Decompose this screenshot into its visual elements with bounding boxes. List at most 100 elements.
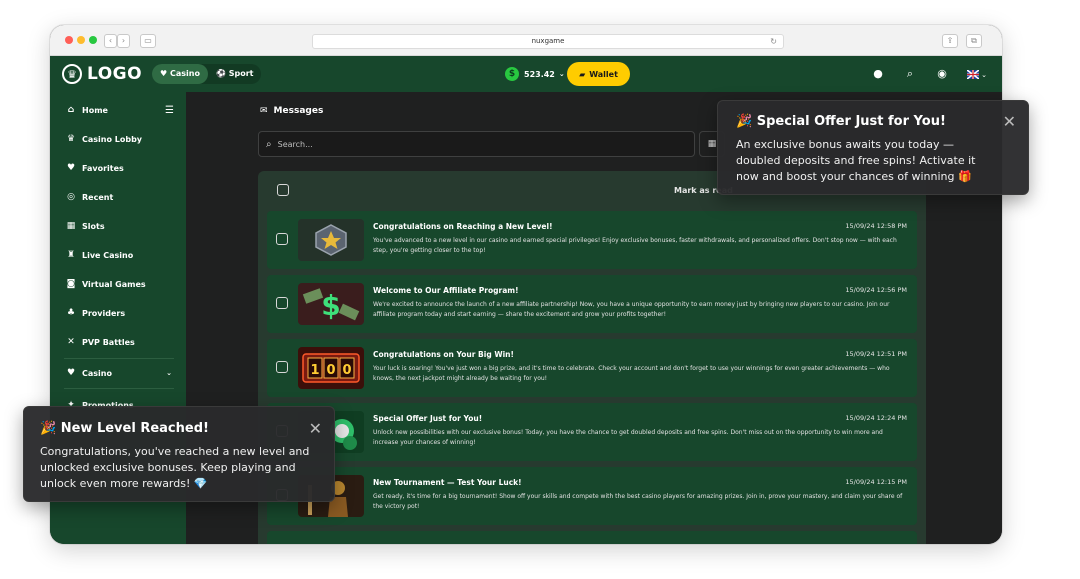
sidebar-item-label: Providers [82,308,126,318]
message-card[interactable] [267,531,917,544]
sidebar-item-casino-lobby[interactable]: ♛ Casino Lobby [50,129,186,149]
message-card[interactable]: 1 0 0 Congratulations on Your Big Win! 1… [267,339,917,397]
slot-machine-icon: 1 0 0 [298,347,364,389]
collapse-sidebar-icon[interactable]: ☰ [165,105,174,116]
sidebar-item-pvp-battles[interactable]: ✕ PVP Battles [50,332,186,352]
message-title: Congratulations on Reaching a New Level! [373,222,553,231]
forward-icon[interactable]: › [117,34,130,48]
message-checkbox[interactable] [276,233,288,245]
message-body: You've advanced to a new level in our ca… [373,237,897,254]
url-text: nuxgame [531,37,565,45]
share-icon[interactable]: ⇪ [942,34,958,48]
sidebar-item-label: Home [82,105,108,115]
sidebar-divider [64,388,174,389]
close-window-icon[interactable] [65,36,73,44]
sidebar-item-label: PVP Battles [82,337,135,347]
chess-piece-icon: ♜ [66,250,76,260]
notification-body: Congratulations, you've reached a new le… [40,445,310,490]
big-win-thumbnail: 1 0 0 [298,347,364,389]
sidebar-item-label: Live Casino [82,250,134,260]
message-title: New Tournament — Test Your Luck! [373,478,522,487]
top-navigation: ♛ LOGO ♥ Casino ⚽ Sport $ 523.42 ⌄ ▰ Wal… [50,56,1002,92]
user-icon[interactable]: ● [868,64,888,84]
gamepad-icon: ◙ [66,279,76,289]
money-icon: $ [298,283,364,325]
sidebar-item-home[interactable]: ⌂ Home ☰ [50,100,186,120]
message-card[interactable]: Special Offer Just for You! 15/09/24 12:… [267,403,917,461]
message-date: 15/09/24 12:51 PM [845,350,907,358]
search-icon[interactable]: ⌕ [900,64,920,84]
tab-label: Casino [169,69,200,78]
site-logo[interactable]: ♛ LOGO [62,62,142,86]
message-date: 15/09/24 12:24 PM [845,414,907,422]
page-title: ✉ Messages [260,106,323,116]
search-icon: ⌕ [266,138,272,150]
sidebar-toggle-icon[interactable]: ▭ [140,34,156,48]
message-card[interactable]: $ Welcome to Our Affiliate Program! 15/0… [267,275,917,333]
search-input[interactable]: Search... [278,140,313,149]
affiliate-thumbnail: $ [298,283,364,325]
sidebar-item-casino[interactable]: ♥ Casino ⌄ [50,363,186,383]
sidebar-item-slots[interactable]: ▦ Slots [50,216,186,236]
svg-text:0: 0 [342,363,351,378]
casino-icon: ♥ [66,368,76,378]
heart-icon: ♥ [66,163,76,173]
clock-icon: ◎ [67,192,75,202]
language-flag-icon[interactable]: ⌄ [964,64,990,84]
search-field[interactable]: ⌕ Search... [258,131,695,157]
sidebar-item-live-casino[interactable]: ♜ Live Casino [50,245,186,265]
reload-icon[interactable]: ↻ [770,35,777,48]
balance-selector[interactable]: $ 523.42 ⌄ [505,64,565,84]
sidebar-item-recent[interactable]: ◎ Recent [50,187,186,207]
header-actions: ● ⌕ ◉ ⌄ [868,64,990,84]
message-body: We're excited to announce the launch of … [373,301,890,318]
message-card[interactable]: New Tournament — Test Your Luck! 15/09/2… [267,467,917,525]
chevron-down-icon: ⌄ [558,70,565,78]
tab-casino[interactable]: ♥ Casino [152,64,208,84]
message-checkbox[interactable] [276,361,288,373]
sidebar-item-label: Slots [82,221,105,231]
close-icon[interactable]: ✕ [309,421,322,437]
back-icon[interactable]: ‹ [104,34,117,48]
level-badge-icon [298,219,364,261]
sidebar-item-label: Casino [82,368,112,378]
close-icon[interactable]: ✕ [1003,114,1016,130]
notification-title: 🎉 Special Offer Just for You! [736,114,946,129]
page-title-text: Messages [273,106,324,116]
chat-icon[interactable]: ◉ [932,64,952,84]
sidebar-item-virtual-games[interactable]: ◙ Virtual Games [50,274,186,294]
sidebar-item-label: Favorites [82,163,124,173]
sidebar-item-label: Recent [82,192,114,202]
wallet-button[interactable]: ▰ Wallet [567,62,630,86]
wallet-icon: ▰ [579,69,586,79]
sidebar-item-label: Casino Lobby [82,134,143,144]
tab-sport[interactable]: ⚽ Sport [208,64,262,84]
level-notification: 🎉 New Level Reached! Congratulations, yo… [23,406,335,502]
svg-text:$: $ [321,289,340,322]
home-icon: ⌂ [67,105,75,115]
select-all-checkbox[interactable] [277,184,289,196]
svg-text:0: 0 [326,363,335,378]
crossed-swords-icon: ✕ [67,337,75,347]
browser-toolbar: ‹ › ▭ nuxgame ↻ ⇪ ⧉ [50,25,1002,56]
sidebar-item-favorites[interactable]: ♥ Favorites [50,158,186,178]
sidebar-item-label: Virtual Games [82,279,146,289]
message-date: 15/09/24 12:15 PM [845,478,907,486]
address-bar[interactable]: nuxgame ↻ [312,34,784,49]
slot-machine-icon: ▦ [66,221,76,231]
message-checkbox[interactable] [276,297,288,309]
tabs-icon[interactable]: ⧉ [966,34,982,48]
sidebar-item-providers[interactable]: ♣ Providers [50,303,186,323]
level-badge-thumbnail [298,219,364,261]
maximize-window-icon[interactable] [89,36,97,44]
wallet-label: Wallet [589,69,618,79]
minimize-window-icon[interactable] [77,36,85,44]
message-title: Congratulations on Your Big Win! [373,350,514,359]
message-card[interactable]: Congratulations on Reaching a New Level!… [267,211,917,269]
providers-icon: ♣ [66,308,76,318]
messages-panel: Mark as read Congratulations on Reaching… [258,171,926,544]
product-tabs: ♥ Casino ⚽ Sport [152,64,262,84]
logo-text: LOGO [87,64,143,84]
svg-text:1: 1 [310,363,319,378]
uk-flag-icon [966,68,980,80]
